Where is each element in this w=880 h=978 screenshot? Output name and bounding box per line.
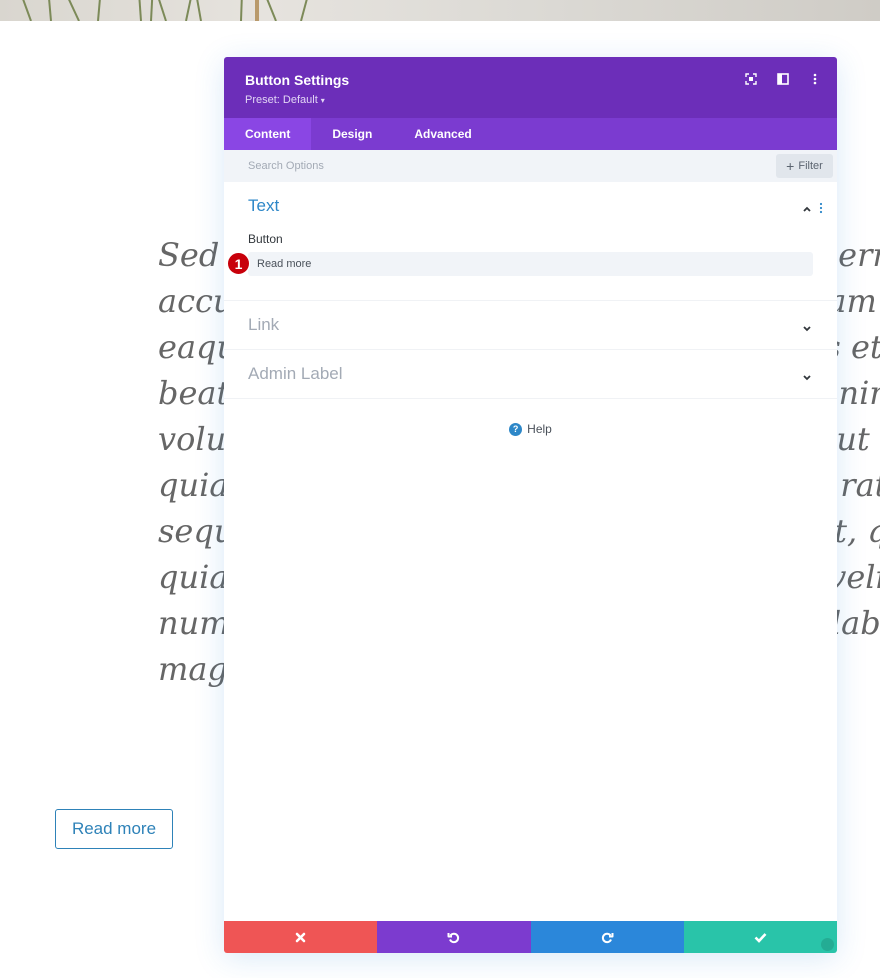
check-icon [754,932,767,943]
section-title: Text [248,196,280,215]
help-label: Help [527,422,552,436]
filter-label: Filter [798,160,823,172]
section-text: Text Button 1 Read more [224,182,837,301]
help-icon: ? [509,422,523,436]
chevron-down-icon[interactable] [801,368,813,381]
plus-icon: + [786,158,795,174]
section-link: Link [224,301,837,350]
button-text-input[interactable]: 1 Read more [227,252,813,276]
tab-content[interactable]: Content [224,118,312,150]
resize-handle[interactable] [821,938,834,951]
tab-advanced[interactable]: Advanced [393,118,492,150]
panel-footer [224,921,837,953]
section-link-toggle[interactable]: Link [224,301,837,349]
page-read-more-button[interactable]: Read more [55,809,173,849]
split-view-icon[interactable] [775,71,791,87]
undo-icon [447,932,460,943]
cancel-button[interactable] [224,921,378,953]
help-link[interactable]: ? Help [224,422,837,436]
annotation-marker: 1 [227,252,250,275]
hero-image-strip [0,0,880,21]
redo-button[interactable] [530,921,684,953]
cancel-icon [295,932,306,942]
filter-button[interactable]: + Filter [776,154,833,178]
section-admin-label: Admin Label [224,350,837,399]
panel-header[interactable]: Button Settings Preset: Default ▾ [224,57,837,118]
redo-icon [601,932,614,943]
save-button[interactable] [683,921,837,953]
button-text-label: Button [248,232,283,246]
button-text-value: Read more [257,258,312,270]
preset-label: Preset: Default [245,94,318,106]
chevron-up-icon[interactable] [801,200,813,212]
button-settings-panel: Button Settings Preset: Default ▾ Conten… [224,57,837,953]
undo-button[interactable] [377,921,531,953]
section-text-toggle[interactable]: Text [224,182,837,230]
section-admin-label-toggle[interactable]: Admin Label [224,350,837,398]
search-bar: + Filter [224,150,837,182]
chevron-down-icon[interactable] [801,319,813,332]
section-title: Link [248,315,280,334]
section-options-icon[interactable] [819,199,829,214]
caret-down-icon: ▾ [320,95,325,105]
more-options-icon[interactable] [807,71,823,87]
preset-selector[interactable]: Preset: Default ▾ [245,94,325,106]
fullscreen-icon[interactable] [743,71,759,87]
section-title: Admin Label [248,364,343,383]
search-options-input[interactable] [248,160,648,172]
settings-tabs: Content Design Advanced [224,118,837,150]
tab-design[interactable]: Design [311,118,393,150]
